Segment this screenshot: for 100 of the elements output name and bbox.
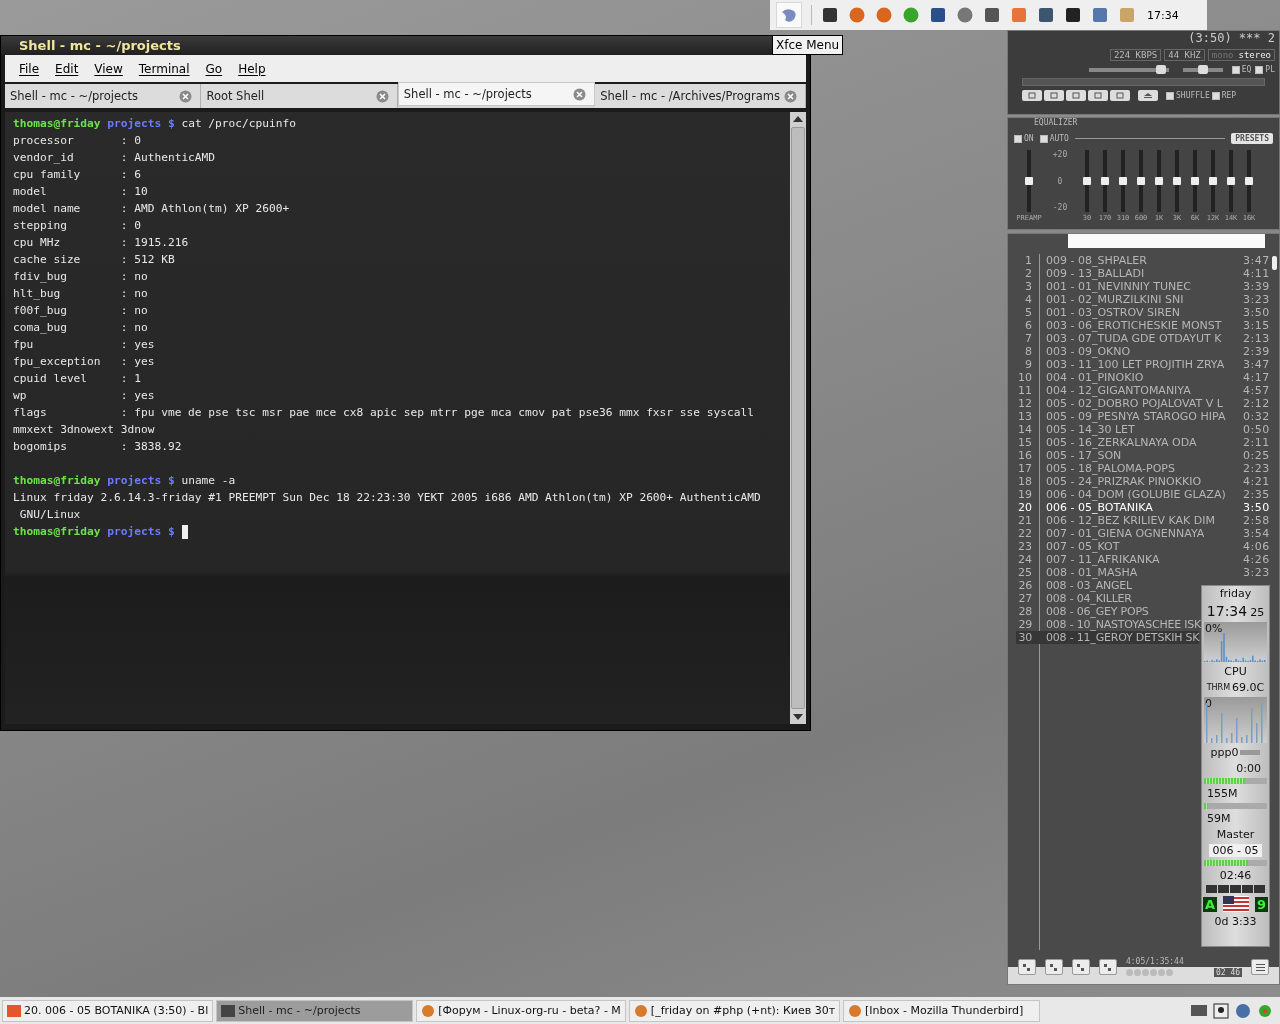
playlist-row[interactable]: 21 006 - 12_BEZ KRILIEV KAK DIM 2:58 [1016, 514, 1270, 527]
playlist-row[interactable]: 8 003 - 09_OKNO 2:39 [1016, 345, 1270, 358]
playlist-row[interactable]: 3 001 - 01_NEVINNIY TUNEC 3:39 [1016, 280, 1270, 293]
checkbox[interactable] [1255, 65, 1264, 74]
playlist-row[interactable]: 25 008 - 01_MASHA 3:23 [1016, 566, 1270, 579]
transport-button[interactable] [1022, 90, 1042, 101]
playlist-row[interactable]: 17 005 - 18_PALOMA-POPS 2:23 [1016, 462, 1270, 475]
menu-item[interactable]: Help [230, 61, 274, 76]
playlist-row[interactable]: 18 005 - 24_PRIZRAK PINOKKIO 4:21 [1016, 475, 1270, 488]
tab[interactable]: Shell - mc - ~/projects [5, 84, 202, 108]
playlist-button[interactable] [1071, 959, 1090, 975]
eq-slider[interactable] [1227, 150, 1235, 212]
playlist-row[interactable]: 22 007 - 01_GIENA OGNENNAYA 3:54 [1016, 527, 1270, 540]
eq-slider[interactable] [1083, 150, 1091, 212]
playlist-row[interactable]: 23 007 - 05_KOT 4:06 [1016, 540, 1270, 553]
menu-item[interactable]: Edit [47, 61, 87, 76]
slider-thumb[interactable] [1025, 177, 1033, 185]
task-button[interactable]: [Inbox - Mozilla Thunderbird] [843, 999, 1041, 1022]
playlist-row[interactable]: 20 006 - 05_BOTANIKA 3:50 [1016, 501, 1270, 514]
down-arrow-icon[interactable] [792, 713, 804, 721]
checkbox[interactable] [1211, 91, 1220, 100]
playlist-row[interactable]: 26 008 - 03_ANGEL [1016, 579, 1132, 592]
scrollbar[interactable] [790, 112, 806, 724]
checkbox[interactable] [1014, 134, 1022, 143]
eq-slider[interactable] [1209, 150, 1217, 212]
eq-slider[interactable] [1155, 150, 1163, 212]
tab[interactable]: Shell - mc - /Archives/Programs [595, 84, 806, 108]
playlist-row[interactable]: 16 005 - 17_SON 0:25 [1016, 449, 1270, 462]
playlist-row[interactable]: 6 003 - 06_EROTICHESKIE MONST 3:15 [1016, 319, 1270, 332]
eq-slider[interactable] [1137, 150, 1145, 212]
slider-thumb[interactable] [1245, 177, 1253, 185]
menu-item[interactable]: File [11, 61, 48, 76]
playlist-row[interactable]: 29 008 - 10_NASTOYASCHEE ISK [1016, 618, 1202, 631]
eq-slider[interactable] [1245, 150, 1253, 212]
menu-item[interactable]: Go [197, 61, 231, 76]
playlist-button[interactable] [1018, 959, 1036, 975]
scroll-thumb[interactable] [791, 127, 805, 709]
checkbox[interactable] [1039, 134, 1048, 143]
slider-thumb[interactable] [1083, 177, 1091, 185]
tab[interactable]: Root Shell [201, 84, 398, 108]
checkbox[interactable] [1231, 65, 1240, 74]
playlist-row[interactable]: 19 006 - 04_DOM (GOLUBIE GLAZA) 2:35 [1016, 488, 1270, 501]
playlist-row[interactable]: 9 003 - 11_100 LET PROJITIH ZRYA 3:47 [1016, 358, 1270, 371]
volume-slider[interactable] [1088, 67, 1169, 72]
transport-button[interactable] [1088, 90, 1108, 101]
balance-slider[interactable] [1182, 67, 1223, 72]
playlist-row[interactable]: 11 004 - 12_GIGANTOMANIYA 4:57 [1016, 384, 1270, 397]
transport-button[interactable] [1066, 90, 1086, 101]
eq-slider[interactable] [1101, 150, 1109, 212]
slider-thumb[interactable] [1191, 177, 1199, 185]
task-button[interactable]: Shell - mc - ~/projects [216, 999, 414, 1022]
menu-button[interactable] [1251, 959, 1269, 975]
playlist-row[interactable]: 15 005 - 16_ZERKALNAYA ODA 2:11 [1016, 436, 1270, 449]
task-button[interactable]: [_friday on #php (+nt): Киев 30т [628, 999, 841, 1022]
eject-button[interactable] [1138, 90, 1158, 101]
playlist-row[interactable]: 10 004 - 01_PINOKIO 4:17 [1016, 371, 1270, 384]
close-icon[interactable] [573, 87, 587, 101]
playlist-button[interactable] [1045, 959, 1063, 975]
presets-button[interactable]: PRESETS [1231, 133, 1273, 144]
tab[interactable]: Shell - mc - ~/projects [397, 82, 596, 106]
close-icon[interactable] [375, 89, 389, 103]
eq-slider[interactable] [1191, 150, 1199, 212]
checkbox[interactable] [1166, 91, 1174, 100]
close-icon[interactable] [179, 89, 193, 103]
eq-slider[interactable] [1025, 150, 1033, 212]
playlist-row[interactable]: 13 005 - 09_PESNYA STAROGO HIPA 0:32 [1016, 410, 1270, 423]
close-icon[interactable] [784, 89, 797, 103]
task-button[interactable]: 20. 006 - 05 BOTANIKA (3:50) - Bl [2, 999, 214, 1022]
eq-slider[interactable] [1173, 150, 1181, 212]
transport-button[interactable] [1110, 90, 1130, 101]
slider-thumb[interactable] [1227, 177, 1235, 185]
toggle-button[interactable]: EQ [1231, 65, 1252, 74]
playlist-row[interactable]: 4 001 - 02_MURZILKINI SNI 3:23 [1016, 293, 1270, 306]
playlist-row[interactable]: 28 008 - 06_GEY POPS [1016, 605, 1149, 618]
playlist-row[interactable]: 30 008 - 11_GEROY DETSKIH SK [1016, 631, 1200, 644]
menu-item[interactable]: View [86, 61, 131, 76]
playlist-row[interactable]: 7 003 - 07_TUDA GDE OTDAYUT K 2:13 [1016, 332, 1270, 345]
slider-thumb[interactable] [1119, 177, 1127, 185]
option-toggle[interactable]: REP [1211, 91, 1237, 100]
slider-thumb[interactable] [1101, 177, 1109, 185]
option-toggle[interactable]: AUTO [1039, 134, 1069, 143]
slider-thumb[interactable] [1209, 177, 1217, 185]
slider-thumb[interactable] [1155, 64, 1166, 74]
playlist-row[interactable]: 2 009 - 13_BALLADI 4:11 [1016, 267, 1270, 280]
playlist-row[interactable]: 5 001 - 03_OSTROV SIREN 3:50 [1016, 306, 1270, 319]
transport-button[interactable] [1044, 90, 1064, 101]
toggle-button[interactable]: PL [1255, 65, 1275, 74]
playlist-button[interactable] [1098, 959, 1117, 975]
playlist-row[interactable]: 27 008 - 04_KILLER [1016, 592, 1132, 605]
eq-slider[interactable] [1119, 150, 1127, 212]
option-toggle[interactable]: SHUFFLE [1166, 91, 1210, 100]
playlist-row[interactable]: 1 009 - 08_SHPALER 3:47 [1016, 254, 1270, 267]
playlist-row[interactable]: 14 005 - 14_30 LET 0:50 [1016, 423, 1270, 436]
playlist-row[interactable]: 24 007 - 11_AFRIKANKA 4:26 [1016, 553, 1270, 566]
task-button[interactable]: [Форум - Linux-org-ru - beta? - M [416, 999, 626, 1022]
slider-thumb[interactable] [1173, 177, 1181, 185]
slider-thumb[interactable] [1197, 64, 1208, 74]
option-toggle[interactable]: ON [1014, 134, 1034, 143]
up-arrow-icon[interactable] [792, 115, 804, 123]
scroll-thumb[interactable] [1271, 256, 1277, 270]
